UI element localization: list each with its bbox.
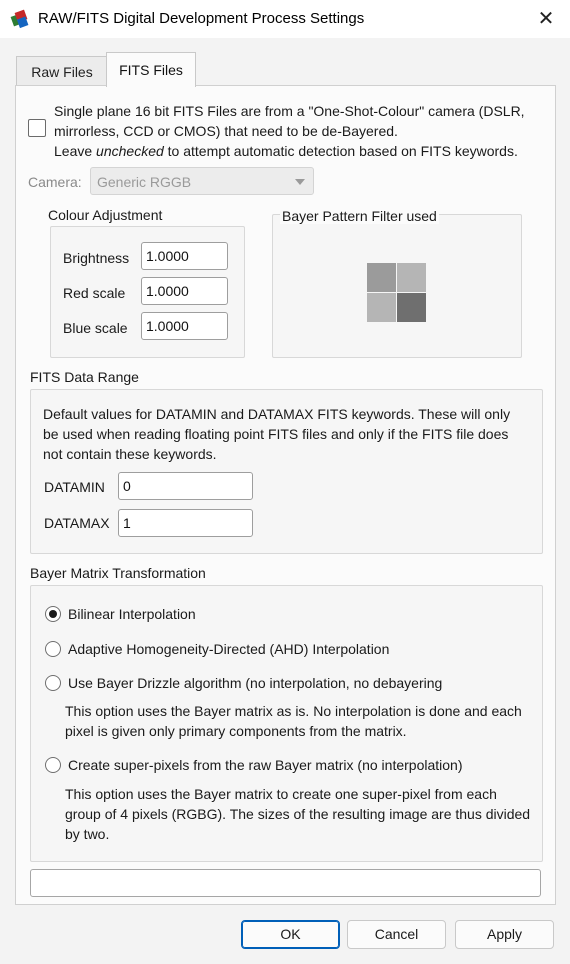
radio-super-pixels-label[interactable]: Create super-pixels from the raw Bayer m… (68, 757, 463, 773)
radio-bayer-drizzle-label[interactable]: Use Bayer Drizzle algorithm (no interpol… (68, 675, 442, 691)
blue-scale-label: Blue scale (63, 320, 128, 336)
colour-adjustment-title: Colour Adjustment (48, 207, 163, 223)
cancel-button[interactable]: Cancel (347, 920, 446, 949)
tab-fits-files[interactable]: FITS Files (106, 52, 196, 87)
osc-checkbox[interactable] (28, 119, 46, 137)
datamax-input[interactable]: 1 (118, 509, 253, 537)
datamin-label: DATAMIN (44, 479, 105, 495)
title-bar: RAW/FITS Digital Development Process Set… (0, 0, 570, 38)
osc-label-line2-post: to attempt automatic detection based on … (163, 143, 518, 159)
super-pixels-description: This option uses the Bayer matrix to cre… (65, 786, 531, 842)
bayer-cell-top-right (397, 263, 426, 292)
radio-ahd-label[interactable]: Adaptive Homogeneity-Directed (AHD) Inte… (68, 641, 389, 657)
apply-button[interactable]: Apply (455, 920, 554, 949)
dialog-window: RAW/FITS Digital Development Process Set… (0, 0, 570, 964)
camera-label: Camera: (28, 174, 82, 190)
bayer-transform-title: Bayer Matrix Transformation (30, 565, 206, 581)
app-logo-icon (10, 9, 29, 29)
ok-button[interactable]: OK (241, 920, 340, 949)
fits-data-range-title: FITS Data Range (30, 369, 139, 385)
fits-data-range-description: Default values for DATAMIN and DATAMAX F… (43, 406, 511, 462)
osc-label-line2-em: unchecked (96, 143, 164, 159)
osc-label[interactable]: Single plane 16 bit FITS Files are from … (54, 101, 550, 161)
radio-ahd[interactable] (45, 641, 61, 657)
radio-super-pixels[interactable] (45, 757, 61, 773)
brightness-label: Brightness (63, 250, 130, 266)
close-icon[interactable]: ✕ (526, 4, 566, 34)
osc-label-line1: Single plane 16 bit FITS Files are from … (54, 103, 525, 139)
red-scale-input[interactable]: 1.0000 (141, 277, 228, 305)
window-title: RAW/FITS Digital Development Process Set… (38, 10, 365, 27)
brightness-input[interactable]: 1.0000 (141, 242, 228, 270)
bayer-cell-top-left (367, 263, 396, 292)
radio-bilinear-label[interactable]: Bilinear Interpolation (68, 606, 196, 622)
red-scale-label: Red scale (63, 285, 126, 301)
tab-raw-files[interactable]: Raw Files (16, 56, 108, 87)
bayer-cell-bottom-right (397, 293, 426, 322)
blue-scale-input[interactable]: 1.0000 (141, 312, 228, 340)
radio-bilinear[interactable] (45, 606, 61, 622)
datamin-input[interactable]: 0 (118, 472, 253, 500)
bayer-drizzle-description: This option uses the Bayer matrix as is.… (65, 703, 522, 739)
bayer-cell-bottom-left (367, 293, 396, 322)
camera-select[interactable]: Generic RGGB (90, 167, 314, 195)
chevron-down-icon (295, 179, 305, 185)
status-field[interactable] (30, 869, 541, 897)
datamax-label: DATAMAX (44, 515, 110, 531)
camera-select-value: Generic RGGB (97, 174, 192, 190)
radio-bayer-drizzle[interactable] (45, 675, 61, 691)
bayer-pattern-title: Bayer Pattern Filter used (280, 208, 439, 224)
osc-label-line2-pre: Leave (54, 143, 97, 159)
